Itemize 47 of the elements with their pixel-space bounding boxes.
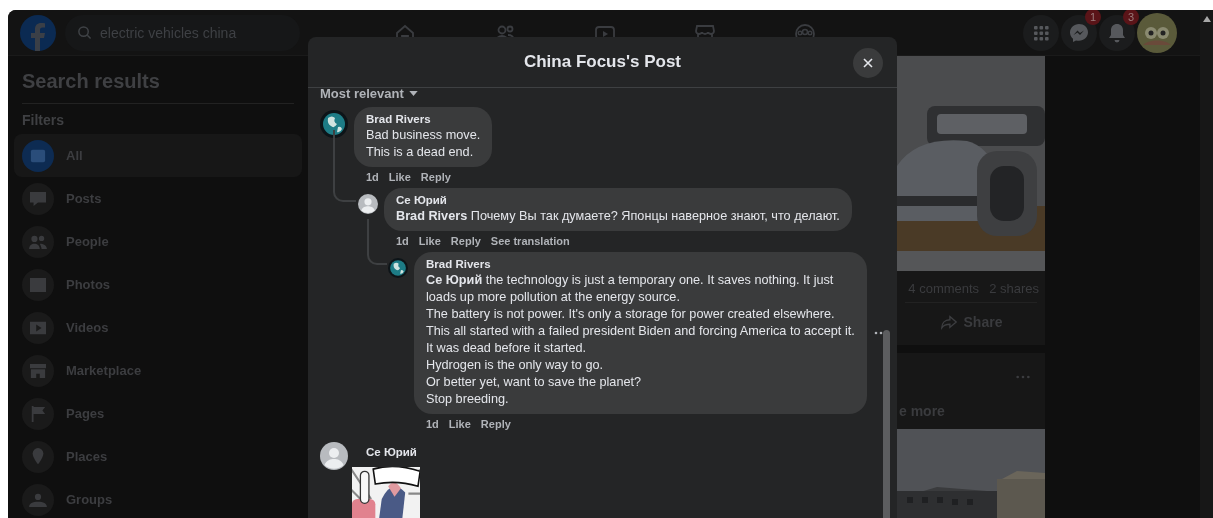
logo-icon[interactable] bbox=[20, 14, 56, 51]
messenger-icon[interactable] bbox=[1061, 14, 1097, 51]
filter-icon bbox=[22, 139, 54, 172]
avatar[interactable] bbox=[358, 194, 378, 214]
profile-avatar[interactable] bbox=[1137, 12, 1177, 53]
comment-text: Bad business move. This is a dead end. bbox=[366, 127, 481, 161]
comment-author[interactable]: Brad Rivers bbox=[426, 257, 855, 272]
filter-icon bbox=[22, 397, 54, 430]
comment-action-link[interactable]: Like bbox=[388, 171, 411, 186]
comment-action-link[interactable]: Reply bbox=[420, 171, 451, 186]
sort-dropdown[interactable]: Most relevant bbox=[320, 85, 418, 101]
thread-line bbox=[367, 219, 387, 265]
comment-action-link[interactable]: Reply bbox=[450, 235, 481, 250]
avatar[interactable] bbox=[320, 442, 348, 470]
filter-icon bbox=[22, 182, 54, 215]
scroll-up-icon[interactable] bbox=[1202, 16, 1211, 22]
page-scrollbar[interactable] bbox=[1200, 10, 1213, 518]
share-icon bbox=[939, 313, 958, 331]
filter-icon bbox=[22, 440, 54, 473]
comment-action-link[interactable]: Like bbox=[448, 418, 471, 433]
close-button[interactable] bbox=[853, 48, 883, 78]
notification-badge: 3 bbox=[1123, 10, 1139, 25]
notification-badge: 1 bbox=[1085, 10, 1101, 25]
comment-author[interactable]: Brad Rivers bbox=[366, 112, 481, 127]
search-icon bbox=[77, 25, 92, 40]
avatar[interactable] bbox=[320, 110, 348, 138]
comment-action-link[interactable]: Like bbox=[418, 235, 441, 250]
menu-icon[interactable] bbox=[1023, 14, 1059, 51]
comment-action-link[interactable]: Reply bbox=[480, 418, 511, 433]
comment-time: 1d bbox=[396, 235, 409, 249]
filter-icon bbox=[22, 354, 54, 387]
filter-icon bbox=[22, 225, 54, 258]
comment-author[interactable]: Се Юрий bbox=[396, 193, 840, 208]
comment-action-link[interactable]: See translation bbox=[490, 235, 570, 250]
notifications-icon[interactable] bbox=[1099, 14, 1135, 51]
filter-icon bbox=[22, 268, 54, 301]
scrollbar-thumb[interactable] bbox=[883, 330, 890, 518]
caret-icon bbox=[408, 90, 418, 96]
avatar[interactable] bbox=[388, 258, 408, 278]
comment-text: Се Юрий the technology is just a temporary one. It saves nothing. It just loads up more pollution at the energy source. The battery is not power. It's only a storage for power created elsewhere. This all started with a failed president Biden and forcing America to accept it. It was dead before it started. Hydrogen is the only way to go. Or better yet, want to save the planet? Stop breeding. bbox=[426, 272, 855, 408]
comment-time: 1d bbox=[366, 171, 379, 185]
comment-text: Brad Rivers Почему Вы так думаете? Японцы наверное знают, что делают. bbox=[396, 208, 840, 225]
filter-icon bbox=[22, 311, 54, 344]
thread-line bbox=[333, 130, 356, 202]
comment-time: 1d bbox=[426, 418, 439, 432]
modal-title: China Focus's Post bbox=[523, 52, 682, 72]
comment-author[interactable]: Се Юрий bbox=[354, 439, 429, 460]
